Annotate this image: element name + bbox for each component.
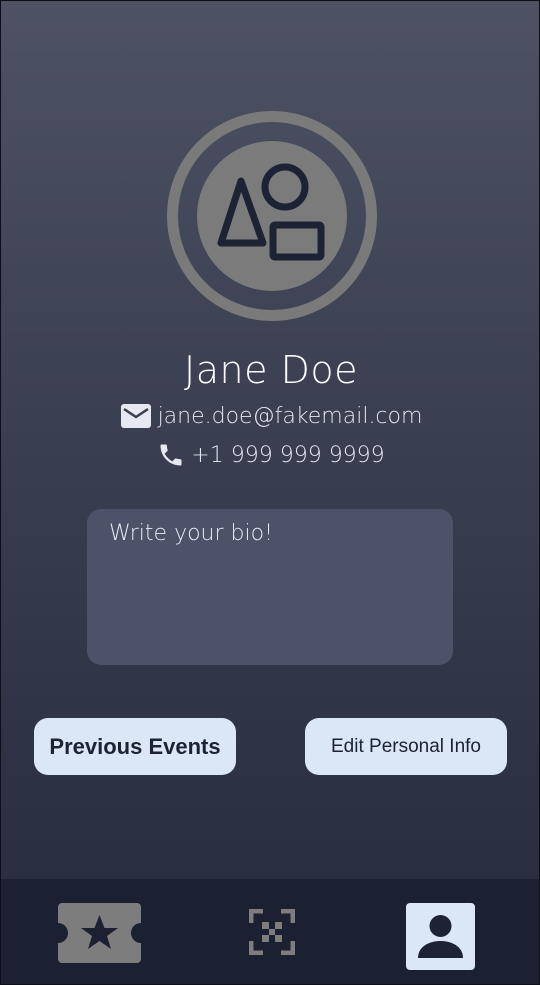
profile-name: Jane Doe (184, 348, 358, 392)
bio-placeholder: Write your bio! (109, 521, 273, 546)
bio-input[interactable]: Write your bio! (87, 509, 453, 665)
previous-events-button[interactable]: Previous Events (34, 718, 236, 775)
nav-item-scan[interactable] (248, 908, 296, 960)
ticket-star-icon (58, 903, 141, 963)
phone-icon (160, 444, 182, 466)
phone-row: +1 999 999 9999 (1, 441, 539, 469)
avatar[interactable] (197, 141, 347, 291)
nav-item-profile[interactable] (406, 903, 475, 970)
profile-screen: Jane Doe jane.doe@fakemail.com +1 999 99… (0, 0, 540, 985)
shapes-placeholder-icon (217, 163, 325, 261)
phone-text: +1 999 999 9999 (191, 442, 385, 468)
qr-scan-icon (248, 908, 296, 956)
email-text: jane.doe@fakemail.com (157, 403, 423, 429)
account-icon (418, 915, 463, 958)
email-row: jane.doe@fakemail.com (1, 403, 539, 429)
edit-personal-info-button[interactable]: Edit Personal Info (305, 718, 507, 775)
mail-icon (120, 404, 151, 428)
bottom-nav (1, 879, 539, 984)
nav-item-events[interactable] (58, 903, 141, 968)
